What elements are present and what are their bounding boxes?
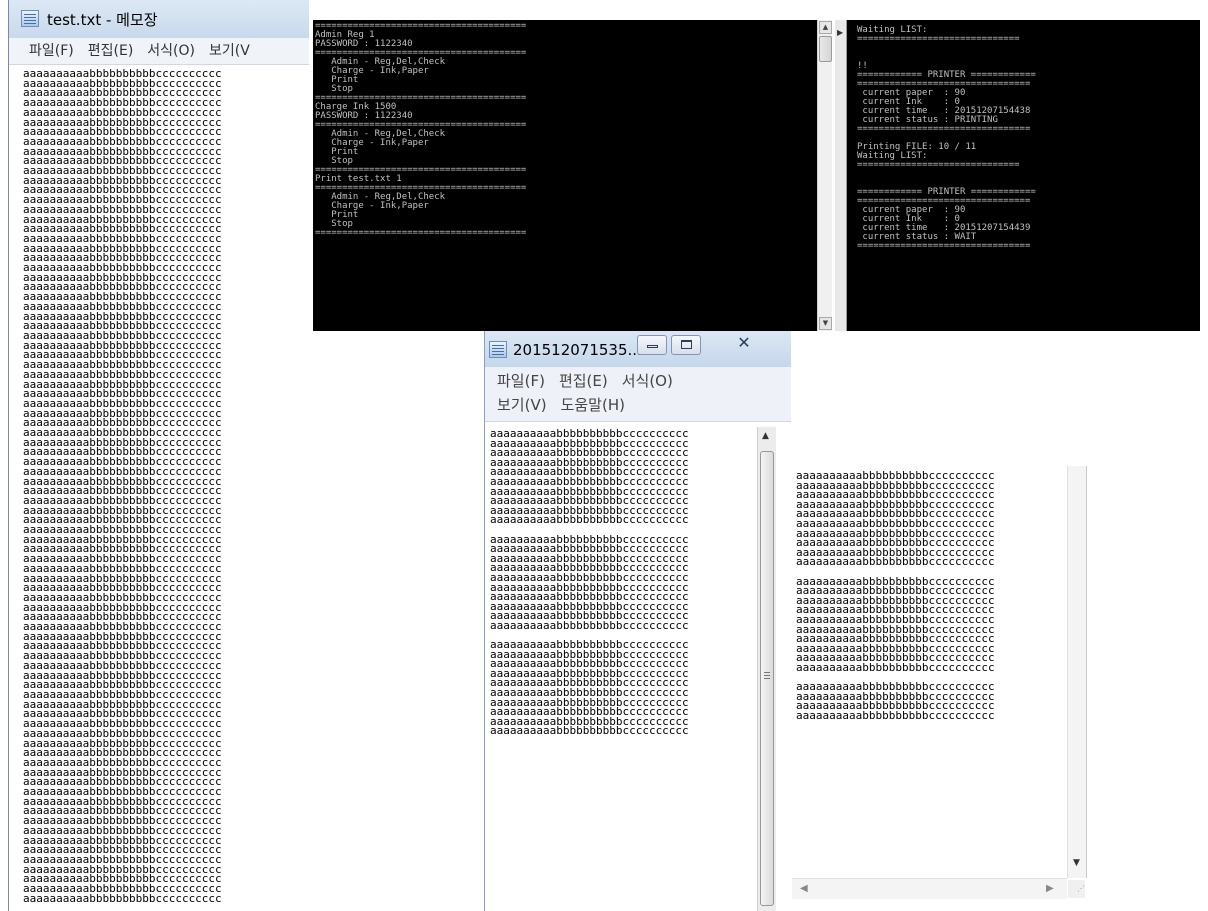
vertical-scrollbar[interactable]: ▲ [757,427,776,911]
menu-help[interactable]: 도움말(H) [561,393,625,417]
scroll-up-icon[interactable]: ▲ [762,431,769,441]
console-line: ============================== [857,34,1020,44]
notepad-window-log: 201512071535... ✕ 파일(F) 편집(E) 서식(O) 보기(V) 도… [484,331,791,911]
text-line: aaaaaaaaaabbbbbbbbbbcccccccccc [23,891,222,905]
console-output: ======================================= A… [315,22,527,238]
notepad-window-test-txt: test.txt - 메모장 파일(F) 편집(E) 서식(O) 보기(V aaaaa… [8,0,309,911]
console-window-menu: ======================================= A… [313,20,832,331]
console-line: ======================================= [315,228,527,238]
menu-view[interactable]: 보기(V [209,38,250,64]
menu-edit[interactable]: 편집(E) [559,369,608,393]
console-line: ================================ [857,124,1031,134]
title-bar[interactable]: 201512071535... ✕ [485,331,791,367]
scrollbar-thumb[interactable] [760,451,774,906]
scroll-left-icon[interactable]: ◀ [800,883,808,894]
text-line: aaaaaaaaaabbbbbbbbbbcccccccccc [490,618,689,632]
menu-format[interactable]: 서식(O) [147,38,195,64]
text-line: aaaaaaaaaabbbbbbbbbbcccccccccc [796,555,995,569]
notepad-window-partial: aaaaaaaaaabbbbbbbbbbcccccccccc aaaaaaaaaa… [792,466,1090,906]
console-line: ================================ [857,241,1031,251]
menu-file[interactable]: 파일(F) [29,38,74,64]
menu-row-2: 보기(V) 도움말(H) [497,393,791,417]
console-output: Waiting LIST: ===========================… [857,26,1036,251]
scroll-down-icon[interactable]: ▼ [1073,858,1080,868]
text-line: aaaaaaaaaabbbbbbbbbbcccccccccc [490,724,689,738]
close-icon: ✕ [737,333,751,352]
text-area[interactable]: aaaaaaaaaabbbbbbbbbbcccccccccc aaaaaaaaaa… [490,428,689,738]
thumb-grip-icon [764,672,770,673]
text-area[interactable]: aaaaaaaaaabbbbbbbbbbcccccccccc aaaaaaaaaa… [796,470,995,722]
text-area[interactable]: aaaaaaaaaabbbbbbbbbbcccccccccc aaaaaaaaaa… [9,65,309,909]
menu-row-1: 파일(F) 편집(E) 서식(O) [497,369,791,393]
vertical-scrollbar[interactable]: ▲ ▼ [817,20,832,331]
notepad-icon [489,341,507,358]
scroll-right-icon[interactable]: ▶ [1046,883,1054,894]
menu-bar: 파일(F) 편집(E) 서식(O) 보기(V) 도움말(H) [485,367,791,422]
console-window-printer: ▶ Waiting LIST: =========================… [835,20,1200,331]
window-title: test.txt - 메모장 [47,11,158,29]
notepad-icon [21,10,39,27]
menu-edit[interactable]: 편집(E) [88,38,134,64]
window-title: 201512071535... [513,341,642,359]
console-line: ============================== [857,160,1020,170]
resize-grip-icon[interactable]: ⋰ [1068,880,1085,898]
menu-bar: 파일(F) 편집(E) 서식(O) 보기(V [9,38,309,65]
scroll-down-icon[interactable]: ▼ [819,317,832,330]
maximize-icon [680,340,692,349]
text-line: aaaaaaaaaabbbbbbbbbbcccccccccc [796,708,995,722]
console-left-border: ▶ [835,20,847,331]
menu-view[interactable]: 보기(V) [497,393,547,417]
scrollbar-thumb[interactable] [819,36,832,62]
vertical-scrollbar[interactable]: ▼ [1067,466,1087,878]
scroll-arrow-right-icon[interactable]: ▶ [837,28,843,37]
maximize-button[interactable] [671,335,701,355]
text-line: aaaaaaaaaabbbbbbbbbbcccccccccc [490,513,689,527]
horizontal-scrollbar[interactable]: ◀ ▶ [792,878,1067,899]
text-line: aaaaaaaaaabbbbbbbbbbcccccccccc [796,660,995,674]
minimize-icon [646,345,658,348]
menu-format[interactable]: 서식(O) [622,369,673,393]
minimize-button[interactable] [637,335,667,355]
title-bar[interactable]: test.txt - 메모장 [9,0,309,38]
close-button[interactable]: ✕ [707,332,781,354]
scroll-up-icon[interactable]: ▲ [819,21,832,34]
menu-file[interactable]: 파일(F) [497,369,545,393]
